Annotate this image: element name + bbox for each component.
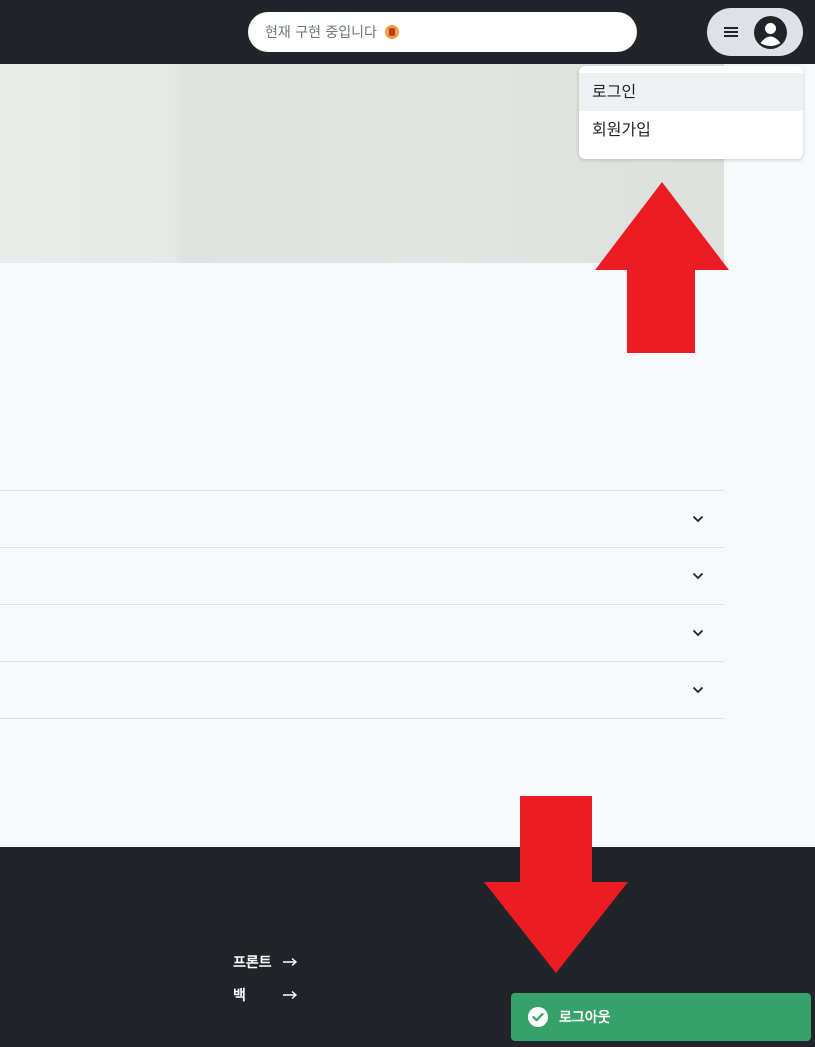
accordion-item[interactable] <box>0 490 724 547</box>
accordion-item[interactable] <box>0 661 724 719</box>
arrow-right-icon <box>283 990 298 1000</box>
login-menu-item[interactable]: 로그인 <box>579 73 803 111</box>
arrow-right-icon <box>283 957 298 967</box>
search-bar[interactable]: 현재 구현 중입니다 <box>248 12 637 52</box>
hamburger-icon <box>724 27 738 37</box>
chevron-down-icon <box>692 572 704 580</box>
chevron-down-icon <box>692 515 704 523</box>
red-arrow-up-annotation <box>595 182 729 353</box>
logout-toast[interactable]: 로그아웃 <box>511 993 811 1041</box>
toast-message: 로그아웃 <box>559 1010 611 1026</box>
user-avatar-icon <box>754 16 787 49</box>
chevron-down-icon <box>692 686 704 694</box>
search-placeholder: 현재 구현 중입니다 <box>265 25 377 41</box>
accordion-list <box>0 490 724 719</box>
footer-link-label: 프론트 <box>233 955 272 971</box>
top-navbar: 현재 구현 중입니다 <box>0 0 815 64</box>
user-menu-button[interactable] <box>707 8 803 56</box>
construction-emoji-icon <box>384 25 399 39</box>
red-arrow-down-annotation <box>484 796 628 973</box>
user-dropdown-menu: 로그인 회원가입 <box>579 66 803 159</box>
footer-link-front[interactable]: 프론트 <box>233 952 272 972</box>
chevron-down-icon <box>692 629 704 637</box>
accordion-item[interactable] <box>0 604 724 661</box>
signup-menu-item[interactable]: 회원가입 <box>579 111 803 149</box>
footer-link-label: 백 <box>233 988 246 1004</box>
accordion-item[interactable] <box>0 547 724 604</box>
footer-link-back[interactable]: 백 <box>233 985 246 1005</box>
check-circle-icon <box>528 1007 548 1027</box>
